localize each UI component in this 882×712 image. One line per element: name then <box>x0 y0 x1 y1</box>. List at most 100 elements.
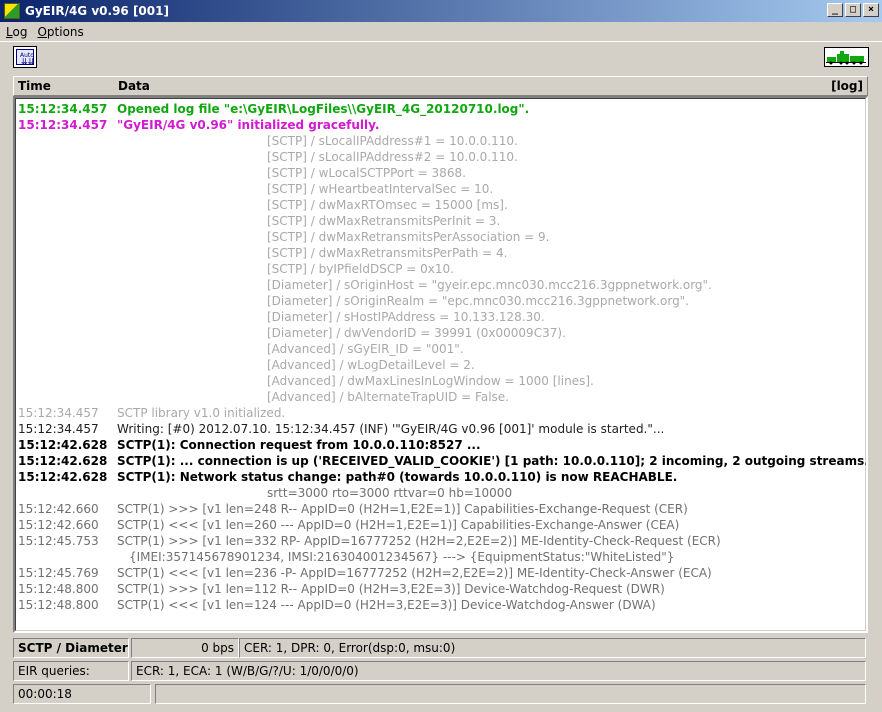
log-row[interactable]: 15:12:42.628 SCTP(1): Connection request … <box>16 438 865 454</box>
log-toggle[interactable]: [log] <box>831 79 863 93</box>
log-row[interactable]: [Diameter] / sOriginRealm = "epc.mnc030.… <box>16 294 865 310</box>
column-data[interactable]: Data <box>118 79 150 93</box>
log-list: 15:12:34.457 Opened log file "e:\GyEIR\Lo… <box>15 98 866 631</box>
log-text: [Diameter] / sOriginRealm = "epc.mnc030.… <box>267 294 690 308</box>
log-text: SCTP(1) >>> [v1 len=248 R-- AppID=0 (H2H… <box>117 502 688 516</box>
log-row[interactable]: [Diameter] / dwVendorID = 39991 (0x00009… <box>16 326 865 342</box>
window-controls: _ □ × <box>827 3 879 17</box>
log-time: 15:12:42.628 <box>18 470 108 484</box>
auto-scroll-button[interactable]: Auto ⇊⇊ <box>13 46 37 68</box>
log-row[interactable]: [SCTP] / dwMaxRetransmitsPerInit = 3. <box>16 214 865 230</box>
log-time: 15:12:42.628 <box>18 438 108 452</box>
log-time: 15:12:34.457 <box>18 118 108 132</box>
log-text: [SCTP] / dwMaxRTOmsec = 15000 [ms]. <box>267 198 508 212</box>
log-text: [Diameter] / sOriginHost = "gyeir.epc.mn… <box>267 278 712 292</box>
log-row[interactable]: 15:12:42.628 SCTP(1): ... connection is u… <box>16 454 868 470</box>
ecr-status: ECR: 1, ECA: 1 (W/B/G/?/U: 1/0/0/0/0) <box>131 661 866 681</box>
log-text: [Diameter] / dwVendorID = 39991 (0x00009… <box>267 326 566 340</box>
log-row[interactable]: 15:12:42.660 SCTP(1) <<< [v1 len=260 --- … <box>16 518 865 534</box>
log-row[interactable]: 15:12:34.457 SCTP library v1.0 initialize… <box>16 406 865 422</box>
menu-bar: Log Options <box>0 22 882 41</box>
log-text: SCTP(1) <<< [v1 len=124 --- AppID=0 (H2H… <box>117 598 656 612</box>
log-row[interactable]: [SCTP] / wLocalSCTPPort = 3868. <box>16 166 865 182</box>
log-row[interactable]: 15:12:42.628 SCTP(1): Network status chan… <box>16 470 865 486</box>
elapsed-time: 00:00:18 <box>13 684 151 704</box>
log-column-header: Time Data [log] <box>13 76 868 96</box>
log-row[interactable]: [SCTP] / wHeartbeatIntervalSec = 10. <box>16 182 865 198</box>
log-time: 15:12:42.660 <box>18 518 99 532</box>
menu-log[interactable]: Log <box>6 25 27 39</box>
log-time: 15:12:34.457 <box>18 422 99 436</box>
log-row[interactable]: 15:12:48.800 SCTP(1) <<< [v1 len=124 --- … <box>16 598 865 614</box>
log-text: [Advanced] / sGyEIR_ID = "001". <box>267 342 464 356</box>
log-row[interactable]: 15:12:34.457 Writing: [#0) 2012.07.10. 15… <box>16 422 865 438</box>
cer-status: CER: 1, DPR: 0, Error(dsp:0, msu:0) <box>239 638 866 658</box>
log-time: 15:12:42.628 <box>18 454 108 468</box>
log-text: [SCTP] / byIPfieldDSCP = 0x10. <box>267 262 454 276</box>
log-row[interactable]: [SCTP] / dwMaxRTOmsec = 15000 [ms]. <box>16 198 865 214</box>
log-text: SCTP(1) >>> [v1 len=112 R-- AppID=0 (H2H… <box>117 582 665 596</box>
train-status-icon[interactable] <box>824 47 869 67</box>
log-row[interactable]: [Advanced] / bAlternateTrapUID = False. <box>16 390 865 406</box>
log-text: Writing: [#0) 2012.07.10. 15:12:34.457 (… <box>117 422 665 436</box>
close-button[interactable]: × <box>863 3 879 17</box>
menu-options[interactable]: Options <box>37 25 83 39</box>
window-title: GyEIR/4G v0.96 [001] <box>25 4 169 18</box>
log-text: [Advanced] / bAlternateTrapUID = False. <box>267 390 509 404</box>
sctp-diameter-label: SCTP / Diameter: <box>13 638 129 658</box>
column-time[interactable]: Time <box>18 79 51 93</box>
log-text: SCTP library v1.0 initialized. <box>117 406 286 420</box>
log-row[interactable]: [SCTP] / sLocalIPAddress#1 = 10.0.0.110. <box>16 134 865 150</box>
log-row[interactable]: [SCTP] / dwMaxRetransmitsPerPath = 4. <box>16 246 865 262</box>
log-text: [Diameter] / sHostIPAddress = 10.133.128… <box>267 310 545 324</box>
log-row[interactable]: 15:12:45.769 SCTP(1) <<< [v1 len=236 -P- … <box>16 566 865 582</box>
log-row[interactable]: {IMEI:357145678901234, IMSI:216304001234… <box>16 550 865 566</box>
log-time: 15:12:34.457 <box>18 102 108 116</box>
log-row[interactable]: 15:12:48.800 SCTP(1) >>> [v1 len=112 R-- … <box>16 582 865 598</box>
log-text: SCTP(1): Connection request from 10.0.0.… <box>117 438 481 452</box>
log-time: 15:12:34.457 <box>18 406 99 420</box>
log-text: [SCTP] / dwMaxRetransmitsPerPath = 4. <box>267 246 508 260</box>
train-icon <box>826 51 866 65</box>
log-text: [SCTP] / wLocalSCTPPort = 3868. <box>267 166 466 180</box>
log-text: Opened log file "e:\GyEIR\LogFiles\\GyEI… <box>117 102 530 116</box>
log-text: "GyEIR/4G v0.96" initialized gracefully. <box>117 118 380 132</box>
log-row[interactable]: [Diameter] / sOriginHost = "gyeir.epc.mn… <box>16 278 865 294</box>
log-text: [SCTP] / dwMaxRetransmitsPerInit = 3. <box>267 214 501 228</box>
log-text: SCTP(1): ... connection is up ('RECEIVED… <box>117 454 868 468</box>
log-text: [SCTP] / sLocalIPAddress#2 = 10.0.0.110. <box>267 150 518 164</box>
log-row[interactable]: srtt=3000 rto=3000 rttvar=0 hb=10000 <box>16 486 865 502</box>
log-row[interactable]: [Advanced] / wLogDetailLevel = 2. <box>16 358 865 374</box>
log-time: 15:12:45.753 <box>18 534 99 548</box>
log-row[interactable]: [SCTP] / dwMaxRetransmitsPerAssociation … <box>16 230 865 246</box>
app-icon[interactable] <box>4 3 20 19</box>
eir-queries-label: EIR queries: <box>13 661 129 681</box>
title-bar[interactable]: GyEIR/4G v0.96 [001] _ □ × <box>0 0 882 22</box>
log-time: 15:12:45.769 <box>18 566 99 580</box>
log-row[interactable]: [Diameter] / sHostIPAddress = 10.133.128… <box>16 310 865 326</box>
minimize-button[interactable]: _ <box>827 3 843 17</box>
log-time: 15:12:42.660 <box>18 502 99 516</box>
log-time: 15:12:48.800 <box>18 582 99 596</box>
log-text: [SCTP] / wHeartbeatIntervalSec = 10. <box>267 182 494 196</box>
log-text: srtt=3000 rto=3000 rttvar=0 hb=10000 <box>267 486 513 500</box>
log-row[interactable]: [Advanced] / dwMaxLinesInLogWindow = 100… <box>16 374 865 390</box>
log-row[interactable]: 15:12:34.457 "GyEIR/4G v0.96" initialized… <box>16 118 865 134</box>
log-row[interactable]: 15:12:42.660 SCTP(1) >>> [v1 len=248 R-- … <box>16 502 865 518</box>
log-row[interactable]: 15:12:34.457 Opened log file "e:\GyEIR\Lo… <box>16 102 865 118</box>
maximize-button[interactable]: □ <box>845 3 861 17</box>
log-window[interactable]: 15:12:34.457 Opened log file "e:\GyEIR\Lo… <box>13 96 868 633</box>
log-text: [Advanced] / dwMaxLinesInLogWindow = 100… <box>267 374 594 388</box>
log-text: SCTP(1) <<< [v1 len=236 -P- AppID=167772… <box>117 566 712 580</box>
log-row[interactable]: [SCTP] / byIPfieldDSCP = 0x10. <box>16 262 865 278</box>
log-text: SCTP(1) >>> [v1 len=332 RP- AppID=167772… <box>117 534 721 548</box>
log-row[interactable]: [Advanced] / sGyEIR_ID = "001". <box>16 342 865 358</box>
log-text: SCTP(1): Network status change: path#0 (… <box>117 470 678 484</box>
throughput-value: 0 bps <box>131 638 239 658</box>
down-arrows-icon: ⇊⇊ <box>21 57 35 66</box>
log-text: SCTP(1) <<< [v1 len=260 --- AppID=0 (H2H… <box>117 518 680 532</box>
log-text: [SCTP] / dwMaxRetransmitsPerAssociation … <box>267 230 550 244</box>
log-row[interactable]: 15:12:45.753 SCTP(1) >>> [v1 len=332 RP- … <box>16 534 865 550</box>
log-text: [Advanced] / wLogDetailLevel = 2. <box>267 358 475 372</box>
log-row[interactable]: [SCTP] / sLocalIPAddress#2 = 10.0.0.110. <box>16 150 865 166</box>
